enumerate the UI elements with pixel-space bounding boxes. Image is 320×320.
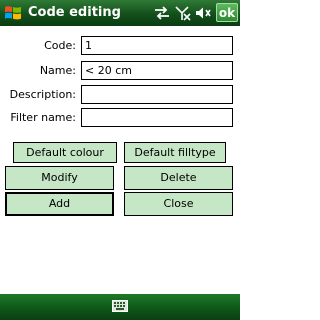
modify-button[interactable]: Modify bbox=[5, 166, 114, 190]
volume-icon[interactable] bbox=[194, 5, 212, 21]
no-signal-icon[interactable] bbox=[173, 5, 191, 21]
sync-icon[interactable] bbox=[153, 5, 171, 21]
default-filltype-button[interactable]: Default filltype bbox=[124, 142, 226, 163]
name-label: Name: bbox=[39, 64, 76, 77]
description-row: Description: bbox=[0, 85, 240, 105]
code-label: Code: bbox=[44, 39, 76, 52]
filter-name-row: Filter name: bbox=[0, 108, 240, 128]
code-editing-screen: Code editing ok Code: Name: Description:… bbox=[0, 0, 240, 320]
soft-key-bar bbox=[0, 294, 240, 320]
ok-button[interactable]: ok bbox=[216, 3, 238, 22]
code-row: Code: bbox=[0, 36, 240, 56]
close-button[interactable]: Close bbox=[124, 192, 233, 216]
name-field[interactable] bbox=[81, 61, 233, 80]
filter-name-label: Filter name: bbox=[10, 111, 76, 124]
window-title: Code editing bbox=[28, 5, 121, 20]
keyboard-icon[interactable] bbox=[112, 300, 128, 312]
default-colour-button[interactable]: Default colour bbox=[13, 142, 117, 163]
windows-start-icon[interactable] bbox=[4, 4, 22, 22]
add-button[interactable]: Add bbox=[5, 192, 114, 216]
title-bar: Code editing ok bbox=[0, 0, 240, 26]
name-row: Name: bbox=[0, 61, 240, 81]
delete-button[interactable]: Delete bbox=[124, 166, 233, 190]
description-field[interactable] bbox=[81, 85, 233, 104]
description-label: Description: bbox=[9, 88, 76, 101]
code-field[interactable] bbox=[81, 36, 233, 55]
filter-name-field[interactable] bbox=[81, 108, 233, 127]
